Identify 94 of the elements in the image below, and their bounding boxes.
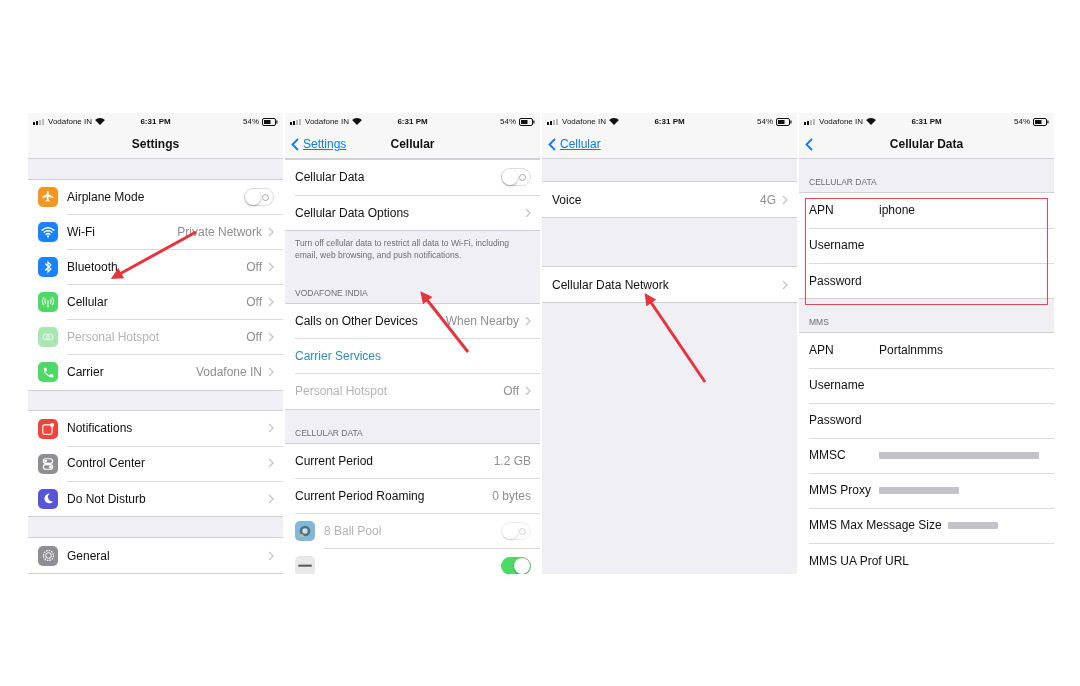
chevron-icon <box>268 331 274 342</box>
chevron-icon <box>268 458 274 469</box>
setting-value: Off <box>503 384 519 399</box>
carrier-name: Vodafone IN <box>562 117 607 126</box>
setting-value: Vodafone IN <box>195 365 262 380</box>
chevron-icon <box>268 550 274 561</box>
field-value[interactable]: iphone <box>879 203 1045 217</box>
screen-title: Cellular <box>390 137 435 151</box>
setting-label[interactable]: Notifications <box>67 421 262 436</box>
setting-label[interactable]: Bluetooth <box>67 259 241 274</box>
screen-title: Settings <box>131 137 180 151</box>
back-button[interactable] <box>805 137 813 151</box>
signal-icon <box>804 118 816 125</box>
chevron-icon <box>525 386 531 397</box>
setting-label[interactable]: Do Not Disturb <box>67 491 262 506</box>
setting-label: Current Period Roaming <box>295 488 426 503</box>
setting-label[interactable]: Wi-Fi <box>67 224 172 239</box>
bluetooth-icon <box>43 260 53 275</box>
field-label: Username <box>809 238 866 252</box>
setting-label: Airplane Mode <box>67 189 146 204</box>
setting-value: 4G <box>760 192 776 207</box>
back-button[interactable]: Cellular <box>548 137 601 151</box>
battery-icon <box>1033 117 1049 126</box>
setting-label: Current Period <box>295 453 375 468</box>
chevron-icon <box>268 423 274 434</box>
carrier-name: Vodafone IN <box>48 117 93 126</box>
field-label: Password <box>809 413 863 427</box>
chevron-icon <box>268 296 274 307</box>
battery-icon <box>776 117 792 126</box>
section-header: MMS <box>808 316 830 329</box>
toggle-switch[interactable] <box>244 187 274 206</box>
setting-value: 1.2 GB <box>493 453 531 468</box>
chevron-icon <box>268 261 274 272</box>
wifi-icon <box>866 118 877 125</box>
clock-time: 6:31 PM <box>654 117 685 126</box>
signal-icon <box>33 118 45 125</box>
field-label: MMS Proxy <box>809 483 872 497</box>
setting-value: Off <box>246 329 262 344</box>
setting-label[interactable]: Calls on Other Devices <box>295 313 440 328</box>
chevron-icon <box>782 194 788 205</box>
field-label: MMS Max Message Size <box>809 518 942 532</box>
wifi-icon <box>352 118 363 125</box>
field-value[interactable]: Portalnmms <box>879 343 1045 357</box>
field-label: Password <box>809 273 863 288</box>
setting-label[interactable]: Cellular Data Options <box>295 205 519 220</box>
battery-percent: 54% <box>243 117 259 126</box>
section-header: CELLULAR DATA <box>808 176 878 189</box>
setting-label: 8 Ball Pool <box>324 523 383 538</box>
setting-link[interactable]: Carrier Services <box>295 348 531 363</box>
back-button[interactable]: Settings <box>291 137 347 151</box>
setting-label[interactable]: Cellular <box>67 294 241 309</box>
field-label: MMS UA Prof URL <box>809 553 910 568</box>
battery-percent: 54% <box>1014 117 1030 126</box>
field-label: APN <box>809 203 835 217</box>
battery-icon <box>262 117 278 126</box>
chevron-icon <box>268 493 274 504</box>
chevron-icon <box>268 226 274 237</box>
wifi-icon <box>609 118 620 125</box>
chevron-icon <box>782 279 788 290</box>
setting-label: Cellular Data <box>295 170 366 184</box>
clock-time: 6:31 PM <box>911 117 942 126</box>
back-chevron-icon <box>805 137 813 151</box>
toggle-switch[interactable] <box>501 168 531 186</box>
setting-label[interactable]: Control Center <box>67 456 262 471</box>
carrier-name: Vodafone IN <box>305 117 350 126</box>
signal-icon <box>290 118 302 125</box>
chevron-icon <box>525 315 531 326</box>
setting-value: Off <box>246 294 262 309</box>
screen-title: Cellular Data <box>889 137 964 151</box>
signal-icon <box>547 118 559 125</box>
setting-value: Off <box>246 259 262 274</box>
battery-icon <box>519 117 535 126</box>
field-label: APN <box>809 343 835 357</box>
setting-value: When Nearby <box>445 313 519 328</box>
chevron-icon <box>525 207 531 218</box>
section-footer: Turn off cellular data to restrict all data to Wi-Fi, including email, web browsing, and push notifications. <box>285 231 540 270</box>
field-label: MMSC <box>809 448 847 462</box>
toggle-switch[interactable] <box>501 557 531 574</box>
battery-percent: 54% <box>757 117 773 126</box>
setting-label[interactable]: Voice <box>552 192 754 207</box>
clock-time: 6:31 PM <box>140 117 171 126</box>
chevron-icon <box>268 367 274 378</box>
back-chevron-icon <box>548 137 556 151</box>
carrier-name: Vodafone IN <box>819 117 864 126</box>
setting-value: Private Network <box>177 224 262 239</box>
section-header: VODAFONE INDIA <box>294 286 369 300</box>
setting-value: 0 bytes <box>492 488 531 503</box>
field-label: Username <box>809 378 866 392</box>
back-chevron-icon <box>291 137 299 151</box>
battery-percent: 54% <box>500 117 516 126</box>
wifi-icon <box>95 118 106 125</box>
clock-time: 6:31 PM <box>397 117 428 126</box>
section-header: CELLULAR DATA <box>294 426 364 440</box>
setting-label[interactable]: Carrier <box>67 365 190 380</box>
